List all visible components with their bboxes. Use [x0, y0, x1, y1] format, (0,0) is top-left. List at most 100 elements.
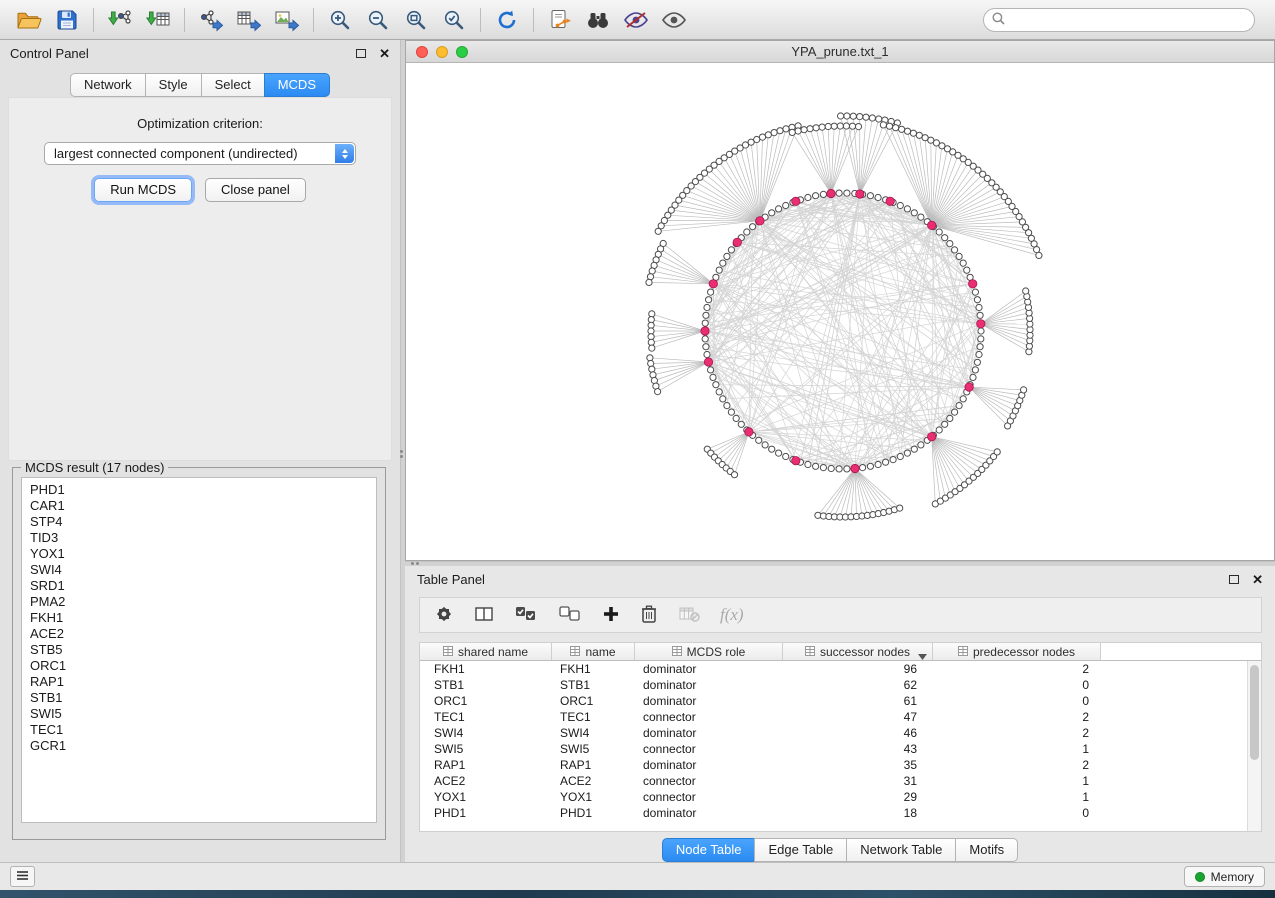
- zoom-in-button[interactable]: [321, 5, 359, 35]
- export-image-button[interactable]: [268, 5, 306, 35]
- toolbar-separator: [93, 8, 94, 32]
- toolbar-separator: [184, 8, 185, 32]
- table-row[interactable]: FKH1FKH1dominator962: [420, 661, 1247, 677]
- table-row[interactable]: ACE2ACE2connector311: [420, 773, 1247, 789]
- control-panel-tabs: NetworkStyleSelectMCDS: [0, 73, 400, 97]
- float-panel-icon[interactable]: [356, 49, 366, 58]
- table-cell: RAP1: [552, 757, 635, 773]
- criterion-dropdown[interactable]: largest connected component (undirected): [44, 142, 356, 165]
- mcds-result-list[interactable]: PHD1CAR1STP4TID3YOX1SWI4SRD1PMA2FKH1ACE2…: [21, 477, 377, 823]
- result-list-item[interactable]: STP4: [30, 514, 376, 530]
- export-network-button[interactable]: [192, 5, 230, 35]
- table-toolbar: f(x): [419, 597, 1262, 633]
- memory-label: Memory: [1211, 870, 1254, 884]
- result-list-item[interactable]: ORC1: [30, 658, 376, 674]
- result-list-item[interactable]: FKH1: [30, 610, 376, 626]
- table-row[interactable]: RAP1RAP1dominator352: [420, 757, 1247, 773]
- save-session-button[interactable]: [48, 5, 86, 35]
- table-vertical-scrollbar[interactable]: [1247, 661, 1261, 831]
- tab-network-table[interactable]: Network Table: [846, 838, 956, 862]
- show-columns-button[interactable]: [474, 605, 494, 626]
- share-document-button[interactable]: [541, 5, 579, 35]
- result-list-item[interactable]: SWI5: [30, 706, 376, 722]
- network-canvas[interactable]: [406, 63, 1274, 560]
- result-list-item[interactable]: CAR1: [30, 498, 376, 514]
- table-row[interactable]: PHD1PHD1dominator180: [420, 805, 1247, 821]
- result-list-item[interactable]: ACE2: [30, 626, 376, 642]
- run-mcds-button[interactable]: Run MCDS: [94, 178, 192, 202]
- show-panel-menu-button[interactable]: [10, 866, 35, 887]
- tab-select[interactable]: Select: [201, 73, 265, 97]
- column-header-mcds-role[interactable]: MCDS role: [635, 643, 783, 661]
- table-cell: RAP1: [420, 757, 552, 773]
- add-column-button[interactable]: [602, 605, 620, 626]
- table-panel: Table Panel ✕ f(x) shared namenameMCDS r…: [405, 566, 1275, 862]
- result-list-item[interactable]: SWI4: [30, 562, 376, 578]
- toolbar-separator: [313, 8, 314, 32]
- table-panel-tabs: Node TableEdge TableNetwork TableMotifs: [405, 838, 1275, 862]
- column-label: name: [585, 645, 615, 659]
- table-row[interactable]: SWI5SWI5connector431: [420, 741, 1247, 757]
- plus-icon: [602, 605, 620, 626]
- tab-motifs[interactable]: Motifs: [955, 838, 1018, 862]
- result-list-item[interactable]: TID3: [30, 530, 376, 546]
- table-settings-button[interactable]: [434, 604, 454, 627]
- close-panel-button[interactable]: Close panel: [205, 178, 306, 202]
- zoom-fit-button[interactable]: [397, 5, 435, 35]
- table-cell: 96: [783, 661, 933, 677]
- tab-edge-table[interactable]: Edge Table: [754, 838, 847, 862]
- tab-style[interactable]: Style: [145, 73, 202, 97]
- result-list-item[interactable]: PHD1: [30, 482, 376, 498]
- float-panel-icon[interactable]: [1229, 575, 1239, 584]
- table-row[interactable]: SWI4SWI4dominator462: [420, 725, 1247, 741]
- tab-node-table[interactable]: Node Table: [662, 838, 756, 862]
- table-cell: TEC1: [552, 709, 635, 725]
- zoom-out-button[interactable]: [359, 5, 397, 35]
- toolbar-separator: [480, 8, 481, 32]
- search-input[interactable]: [1011, 13, 1246, 27]
- table-cell: STB1: [552, 677, 635, 693]
- result-list-item[interactable]: PMA2: [30, 594, 376, 610]
- result-list-item[interactable]: GCR1: [30, 738, 376, 754]
- close-panel-icon[interactable]: ✕: [1252, 573, 1263, 586]
- hide-details-button[interactable]: [617, 5, 655, 35]
- close-panel-icon[interactable]: ✕: [379, 47, 390, 60]
- table-cell: 46: [783, 725, 933, 741]
- zoom-selected-button[interactable]: [435, 5, 473, 35]
- table-row[interactable]: YOX1YOX1connector291: [420, 789, 1247, 805]
- open-session-button[interactable]: [10, 5, 48, 35]
- optimization-criterion-label: Optimization criterion:: [9, 116, 391, 131]
- result-list-item[interactable]: STB5: [30, 642, 376, 658]
- export-table-button[interactable]: [230, 5, 268, 35]
- table-row[interactable]: STB1STB1dominator620: [420, 677, 1247, 693]
- result-list-item[interactable]: SRD1: [30, 578, 376, 594]
- show-details-button[interactable]: [655, 5, 693, 35]
- columns-icon: [474, 605, 494, 626]
- result-list-item[interactable]: RAP1: [30, 674, 376, 690]
- main-toolbar: [0, 0, 1275, 40]
- table-row[interactable]: TEC1TEC1connector472: [420, 709, 1247, 725]
- result-list-item[interactable]: TEC1: [30, 722, 376, 738]
- import-table-button[interactable]: [139, 5, 177, 35]
- mcds-result-box: MCDS result (17 nodes) PHD1CAR1STP4TID3Y…: [12, 460, 386, 840]
- find-button[interactable]: [579, 5, 617, 35]
- search-box[interactable]: [983, 8, 1255, 32]
- result-list-item[interactable]: STB1: [30, 690, 376, 706]
- tab-mcds[interactable]: MCDS: [264, 73, 330, 97]
- deselect-all-icon: [558, 605, 582, 626]
- table-cell: 35: [783, 757, 933, 773]
- deselect-all-button[interactable]: [558, 605, 582, 626]
- column-header-shared-name[interactable]: shared name: [420, 643, 552, 661]
- column-header-predecessor-nodes[interactable]: predecessor nodes: [933, 643, 1101, 661]
- refresh-layout-button[interactable]: [488, 5, 526, 35]
- result-list-item[interactable]: YOX1: [30, 546, 376, 562]
- delete-column-button[interactable]: [640, 604, 658, 627]
- table-row[interactable]: ORC1ORC1dominator610: [420, 693, 1247, 709]
- column-header-name[interactable]: name: [552, 643, 635, 661]
- scrollbar-thumb[interactable]: [1250, 665, 1259, 760]
- column-header-successor-nodes[interactable]: successor nodes: [783, 643, 933, 661]
- import-network-button[interactable]: [101, 5, 139, 35]
- tab-network[interactable]: Network: [70, 73, 146, 97]
- memory-button[interactable]: Memory: [1184, 866, 1265, 887]
- select-all-button[interactable]: [514, 605, 538, 626]
